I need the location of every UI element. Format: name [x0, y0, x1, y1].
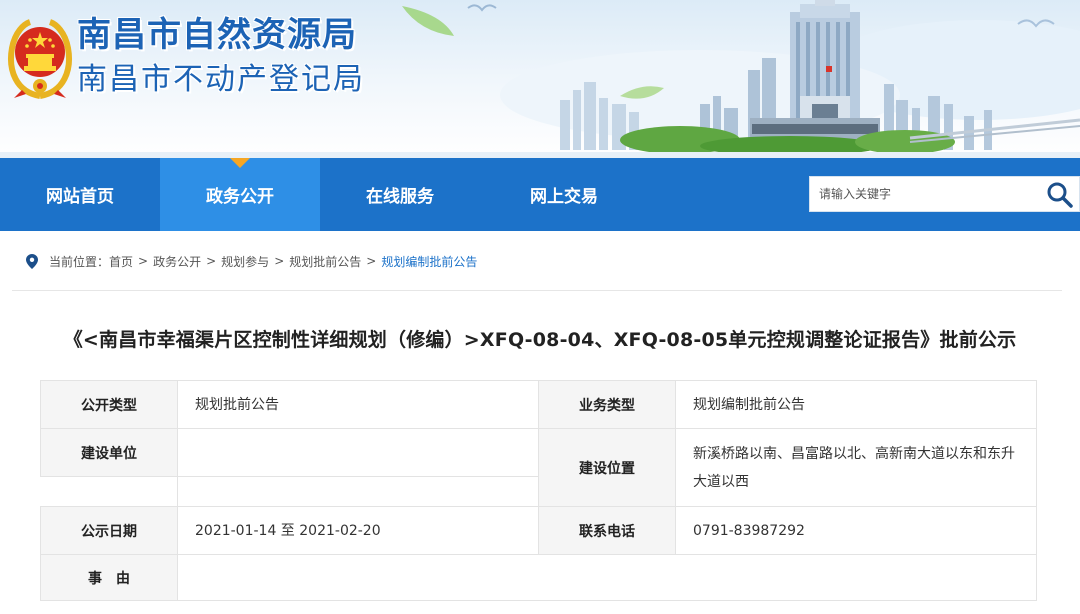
nav-item-online-trading[interactable]: 网上交易: [484, 158, 644, 231]
header-banner: 南昌市自然资源局 南昌市不动产登记局: [0, 0, 1080, 158]
publicity-date-label: 公示日期: [40, 506, 178, 555]
breadcrumb-prefix: 当前位置：: [49, 254, 110, 269]
breadcrumb: 当前位置： 首页 > 政务公开 > 规划参与 > 规划批前公告 > 规划编制批前…: [26, 251, 477, 271]
search-input[interactable]: [810, 177, 1040, 211]
builder-label: 建设单位: [40, 428, 178, 477]
breadcrumb-government-affairs[interactable]: 政务公开: [153, 253, 201, 270]
breadcrumb-separator: >: [138, 254, 149, 268]
search-icon[interactable]: [1046, 181, 1074, 209]
table-spacer: [40, 476, 178, 507]
table-row: 公示日期 2021-01-14 至 2021-02-20 联系电话 0791-8…: [40, 506, 1037, 555]
nav-item-label: 网上交易: [530, 187, 598, 207]
reason-value: [177, 554, 1037, 601]
breadcrumb-planning-participation[interactable]: 规划参与: [221, 253, 269, 270]
article-title: 《<南昌市幸福渠片区控制性详细规划（修编）>XFQ-08-04、XFQ-08-0…: [63, 329, 1017, 351]
nav-item-label: 在线服务: [366, 187, 434, 207]
site-title: 南昌市自然资源局: [77, 15, 357, 55]
disclosure-type-label: 公开类型: [40, 380, 178, 429]
breadcrumb-separator: >: [206, 254, 217, 268]
publicity-date-value: 2021-01-14 至 2021-02-20: [177, 506, 539, 555]
breadcrumb-separator: >: [366, 254, 377, 268]
breadcrumb-separator: >: [274, 254, 285, 268]
reason-label: 事 由: [40, 554, 178, 601]
location-value: 新溪桥路以南、昌富路以北、高新南大道以东和东升大道以西: [675, 428, 1037, 507]
table-row: 事 由: [40, 554, 1037, 601]
national-emblem-logo: [8, 19, 72, 99]
business-type-label: 业务类型: [538, 380, 676, 429]
disclosure-type-value: 规划批前公告: [177, 380, 539, 429]
divider: [12, 290, 1062, 291]
breadcrumb-current[interactable]: 规划编制批前公告: [381, 253, 477, 270]
table-spacer: [177, 476, 539, 507]
builder-value: [177, 428, 539, 477]
site-subtitle: 南昌市不动产登记局: [77, 62, 365, 97]
location-label: 建设位置: [538, 428, 676, 507]
contact-phone-label: 联系电话: [538, 506, 676, 555]
nav-item-label: 网站首页: [46, 187, 114, 207]
nav-item-label: 政务公开: [206, 187, 274, 207]
search-box: [809, 176, 1080, 212]
breadcrumb-planning-pre-approval[interactable]: 规划批前公告: [289, 253, 361, 270]
contact-phone-value: 0791-83987292: [675, 506, 1037, 555]
nav-item-government-affairs[interactable]: 政务公开: [160, 158, 320, 231]
table-row: 建设单位 建设位置 新溪桥路以南、昌富路以北、高新南大道以东和东升大道以西: [40, 428, 1037, 507]
location-pin-icon: [26, 253, 38, 269]
business-type-value: 规划编制批前公告: [675, 380, 1037, 429]
breadcrumb-home[interactable]: 首页: [109, 253, 133, 270]
table-row: 公开类型 规划批前公告 业务类型 规划编制批前公告: [40, 380, 1037, 429]
nav-item-online-services[interactable]: 在线服务: [320, 158, 480, 231]
nav-item-home[interactable]: 网站首页: [0, 158, 160, 231]
info-table: 公开类型 规划批前公告 业务类型 规划编制批前公告 建设单位 建设位置 新溪桥路…: [40, 380, 1037, 601]
